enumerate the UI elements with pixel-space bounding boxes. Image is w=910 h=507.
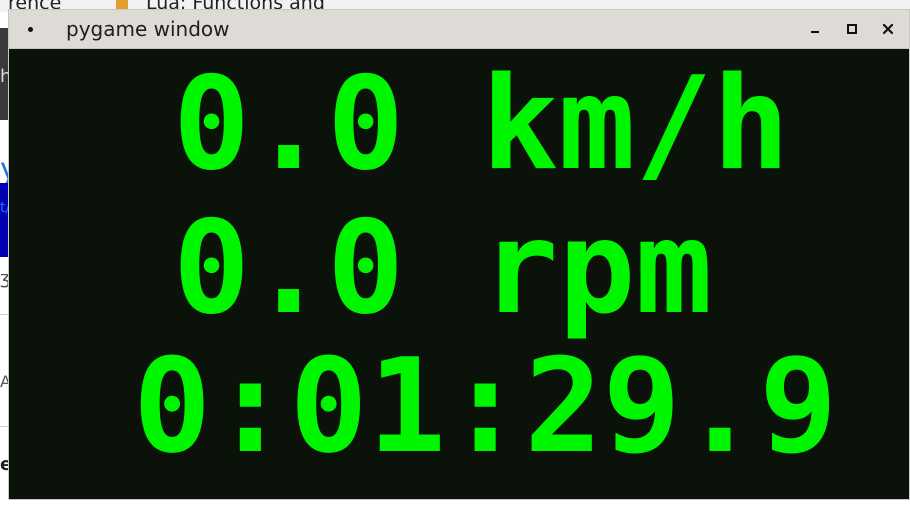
maximize-button[interactable]: [841, 18, 863, 40]
pygame-canvas[interactable]: 0.0 km/h 0.0 rpm 0:01:29.9: [9, 49, 909, 499]
elapsed-time-readout: 0:01:29.9: [133, 330, 838, 482]
pygame-window: pygame window 0.0 km/h 0.0 rpm 0:01:29.9: [9, 10, 909, 499]
close-icon: [882, 23, 894, 35]
window-menu-icon[interactable]: [28, 27, 33, 32]
speed-readout: 0.0 km/h: [173, 50, 790, 199]
background-divider: [0, 426, 9, 427]
rpm-readout: 0.0 rpm: [173, 194, 713, 343]
window-titlebar[interactable]: pygame window: [9, 10, 909, 49]
maximize-icon: [847, 24, 857, 34]
minimize-button[interactable]: [804, 18, 826, 40]
window-title: pygame window: [66, 17, 230, 41]
background-divider: [0, 314, 9, 315]
minimize-icon: [811, 31, 819, 33]
close-button[interactable]: [877, 18, 899, 40]
background-tab-favicon: [116, 0, 128, 10]
